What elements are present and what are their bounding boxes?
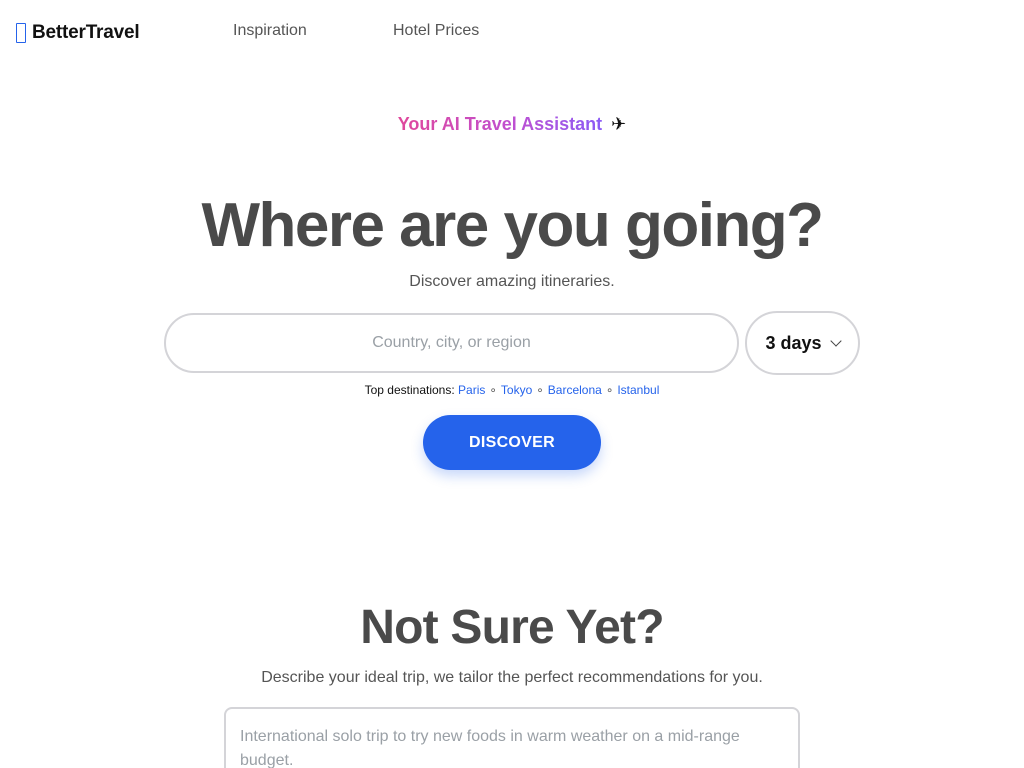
destination-link-istanbul[interactable]: Istanbul (617, 383, 659, 397)
not-sure-title: Not Sure Yet? (360, 601, 664, 654)
discover-button[interactable]: DISCOVER (423, 415, 601, 470)
days-select[interactable]: 3 days (745, 311, 860, 375)
ideal-trip-textarea[interactable] (224, 707, 800, 768)
top-destinations: Top destinations: Paris ∘ Tokyo ∘ Barcelona ∘… (0, 383, 1024, 397)
separator: ∘ (605, 383, 614, 397)
separator: ∘ (489, 383, 497, 397)
nav-inspiration[interactable]: Inspiration (233, 22, 307, 40)
days-selected-value: 3 days (765, 332, 822, 353)
hero-title: Where are you going? (201, 191, 824, 260)
tagline-text: Your AI Travel Assistant (397, 114, 603, 134)
separator: ∘ (536, 383, 544, 397)
nav-hotel-prices[interactable]: Hotel Prices (393, 22, 479, 40)
destination-link-paris[interactable]: Paris (458, 383, 485, 397)
destination-link-tokyo[interactable]: Tokyo (501, 383, 532, 397)
airplane-icon: ✈ (611, 114, 627, 134)
chevron-down-icon (829, 335, 842, 347)
not-sure-subtitle: Describe your ideal trip, we tailor the … (261, 669, 763, 686)
hero-subtitle: Discover amazing itineraries. (409, 273, 615, 290)
brand-icon (16, 23, 26, 43)
destination-link-barcelona[interactable]: Barcelona (548, 383, 602, 397)
header: BetterTravel Inspiration Hotel Prices (0, 0, 1024, 64)
page: BetterTravel Inspiration Hotel Prices Yo… (0, 0, 1024, 768)
destination-search-input[interactable] (164, 313, 739, 373)
brand-name: BetterTravel (32, 22, 140, 43)
tagline: Your AI Travel Assistant ✈ (0, 114, 1024, 135)
brand-logo[interactable]: BetterTravel (16, 20, 140, 46)
top-destinations-label: Top destinations: (364, 383, 455, 397)
